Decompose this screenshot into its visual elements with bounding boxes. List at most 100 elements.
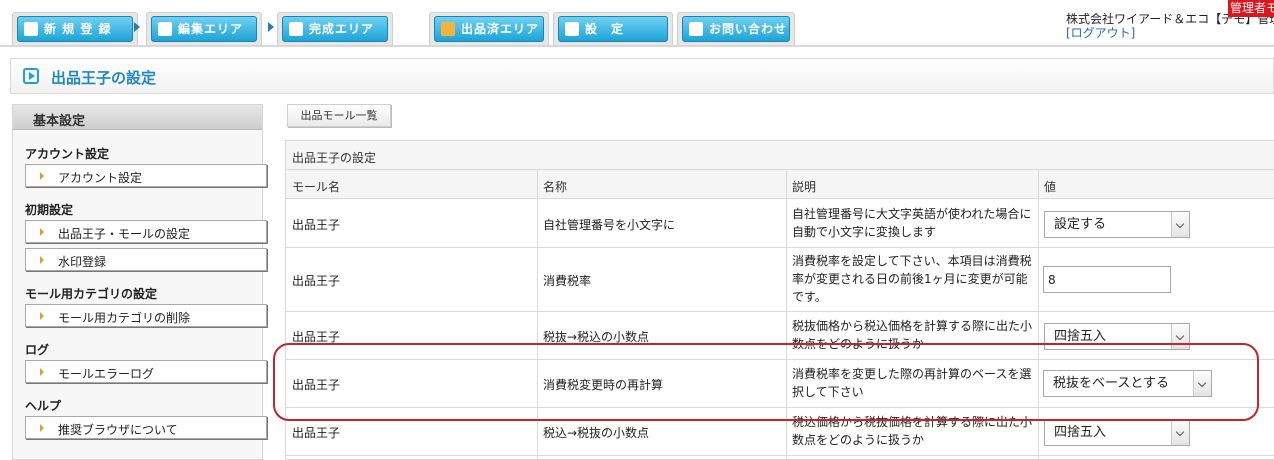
- nav-arrow-icon: [268, 22, 274, 32]
- value-select[interactable]: 四捨五入: [1044, 323, 1190, 350]
- listed-area-button[interactable]: 出品済エリア: [434, 16, 544, 42]
- sidebar-item-label: 推奨ブラウザについて: [58, 423, 178, 437]
- app-root: 新 規 登 録 編集エリア 完成エリア 出品済エリア 設 定 お問い合わせ 株式…: [0, 0, 1274, 460]
- table-row: 出品王子 消費税率 消費税率を設定して下さい、本項目は消費税率が変更される日の前…: [286, 248, 1274, 312]
- sidebar-item-browser[interactable]: 推奨ブラウザについて: [25, 416, 267, 439]
- table-row: 出品王子 消費税変更時の再計算 消費税率を変更した際の再計算のベースを選択して下…: [286, 360, 1274, 408]
- value-select-text: 設定する: [1054, 217, 1107, 232]
- value-select-text: 税抜をベースとする: [1053, 376, 1169, 391]
- page-title: 出品王子の設定: [51, 69, 157, 87]
- column-header-name: 名称: [543, 180, 568, 194]
- table-caption-text: 出品王子の設定: [292, 151, 377, 165]
- chevron-down-icon: [1171, 324, 1189, 349]
- chevron-down-icon: [1171, 212, 1189, 237]
- sidebar-item-label: アカウント設定: [58, 171, 143, 185]
- top-nav: 新 規 登 録 編集エリア 完成エリア 出品済エリア 設 定 お問い合わせ 株式…: [0, 0, 1274, 50]
- nav-arrow-icon: [134, 22, 140, 32]
- chevron-down-icon: [1193, 371, 1211, 396]
- sidebar-group-log: ログ: [25, 343, 50, 357]
- column-header-mall: モール名: [292, 180, 341, 194]
- caret-right-icon: [40, 256, 44, 264]
- table-row: 出品王子 自社管理番号を小文字に 自社管理番号に大文字英語が使われた場合に自動で…: [286, 200, 1274, 248]
- row-name: 税込→税抜の小数点: [543, 426, 650, 440]
- value-select-text: 四捨五入: [1054, 425, 1107, 440]
- pencil-icon: [24, 22, 38, 36]
- chevron-down-icon: [1171, 420, 1189, 445]
- chat-icon: [689, 22, 703, 36]
- sidebar-item-mall-settings[interactable]: 出品王子・モールの設定: [25, 220, 267, 243]
- table-row: 出品王子 税抜→税込の小数点 税抜価格から税込価格を計算する際に出た小数点をどの…: [286, 312, 1274, 360]
- sidebar-item-label: モール用カテゴリの削除: [58, 311, 191, 325]
- nav-tab-complete: 完成エリア: [277, 12, 393, 46]
- settings-table: 出品王子の設定 モール名 名称 説明 値 出品王子 自社管理番号を小文字に 自社…: [285, 140, 1274, 460]
- column-divider: [537, 170, 538, 459]
- sidebar-item-error-log[interactable]: モールエラーログ: [25, 360, 267, 383]
- caret-right-icon: [40, 228, 44, 236]
- sidebar-item-label: 出品王子・モールの設定: [58, 227, 191, 241]
- row-name: 消費税率: [543, 274, 592, 288]
- sidebar-group-category: モール用カテゴリの設定: [25, 287, 158, 301]
- sidebar-item-watermark[interactable]: 水印登録: [25, 248, 267, 271]
- sidebar-item-account-settings[interactable]: アカウント設定: [25, 164, 267, 187]
- settings-label: 設 定: [585, 22, 625, 36]
- row-mall: 出品王子: [292, 378, 341, 392]
- row-name: 自社管理番号を小文字に: [543, 218, 676, 232]
- nav-tab-contact: お問い合わせ: [677, 12, 795, 46]
- table-caption: 出品王子の設定: [286, 141, 1274, 170]
- sidebar-item-category-delete[interactable]: モール用カテゴリの削除: [25, 304, 267, 327]
- play-icon: [23, 68, 39, 84]
- row-description: 自社管理番号に大文字英語が使われた場合に自動で小文字に変換します: [792, 207, 1032, 239]
- value-select-text: 四捨五入: [1054, 329, 1107, 344]
- row-mall: 出品王子: [292, 218, 341, 232]
- row-mall: 出品王子: [292, 330, 341, 344]
- row-description: 消費税率を設定して下さい、本項目は消費税率が変更される日の前後1ヶ月に変更が可能…: [792, 254, 1032, 304]
- nav-tab-edit: 編集エリア: [146, 12, 262, 46]
- contact-button[interactable]: お問い合わせ: [682, 16, 790, 42]
- logout-link[interactable]: [ログアウト]: [1066, 24, 1135, 41]
- tax-rate-input[interactable]: [1043, 266, 1171, 293]
- edit-area-button[interactable]: 編集エリア: [151, 16, 257, 42]
- row-name: 税抜→税込の小数点: [543, 330, 650, 344]
- nav-tab-new: 新 規 登 録: [12, 12, 138, 46]
- caret-right-icon: [40, 424, 44, 432]
- recalc-base-select[interactable]: 税抜をベースとする: [1043, 370, 1212, 397]
- sidebar-group-account: アカウント設定: [25, 147, 110, 161]
- page-title-bar: 出品王子の設定: [10, 58, 1274, 94]
- table-row: 出品王子 税込→税抜の小数点 税込価格から税抜価格を計算する際に出た小数点をどの…: [286, 408, 1274, 456]
- sidebar-heading: 基本設定: [33, 114, 86, 129]
- complete-area-button[interactable]: 完成エリア: [282, 16, 388, 42]
- sidebar-group-initial: 初期設定: [25, 203, 74, 217]
- value-select[interactable]: 四捨五入: [1044, 419, 1190, 446]
- mall-list-button[interactable]: 出品モール一覧: [287, 104, 391, 127]
- box-icon: [441, 22, 455, 36]
- nav-tab-listed: 出品済エリア: [429, 12, 549, 46]
- listed-area-label: 出品済エリア: [461, 22, 540, 36]
- row-name: 消費税変更時の再計算: [543, 378, 664, 392]
- row-mall: 出品王子: [292, 274, 341, 288]
- admin-mode-badge: 管理者モ: [1228, 0, 1274, 17]
- sidebar-header: 基本設定: [13, 105, 262, 130]
- value-select[interactable]: 設定する: [1044, 211, 1190, 238]
- new-register-label: 新 規 登 録: [44, 22, 112, 36]
- settings-button[interactable]: 設 定: [558, 16, 668, 42]
- list-icon: [158, 22, 172, 36]
- column-header-value: 値: [1044, 180, 1057, 194]
- sidebar-item-label: モールエラーログ: [58, 367, 155, 381]
- nav-divider: [0, 45, 1274, 47]
- edit-area-label: 編集エリア: [178, 22, 244, 36]
- nav-tab-settings: 設 定: [553, 12, 673, 46]
- table-header: モール名 名称 説明 値: [286, 170, 1274, 199]
- sidebar-group-help: ヘルプ: [25, 399, 62, 413]
- sidebar-item-label: 水印登録: [58, 255, 107, 269]
- complete-area-label: 完成エリア: [309, 22, 375, 36]
- caret-right-icon: [40, 312, 44, 320]
- row-description: 税抜価格から税込価格を計算する際に出た小数点をどのように扱うか: [792, 319, 1033, 351]
- column-divider: [786, 170, 787, 459]
- row-mall: 出品王子: [292, 426, 341, 440]
- sidebar: 基本設定 アカウント設定 アカウント設定 初期設定 出品王子・モールの設定 水印…: [12, 104, 267, 460]
- caret-right-icon: [40, 368, 44, 376]
- sitemap-icon: [289, 22, 303, 36]
- column-divider: [1038, 170, 1039, 459]
- contact-label: お問い合わせ: [709, 22, 788, 36]
- new-register-button[interactable]: 新 規 登 録: [17, 16, 133, 42]
